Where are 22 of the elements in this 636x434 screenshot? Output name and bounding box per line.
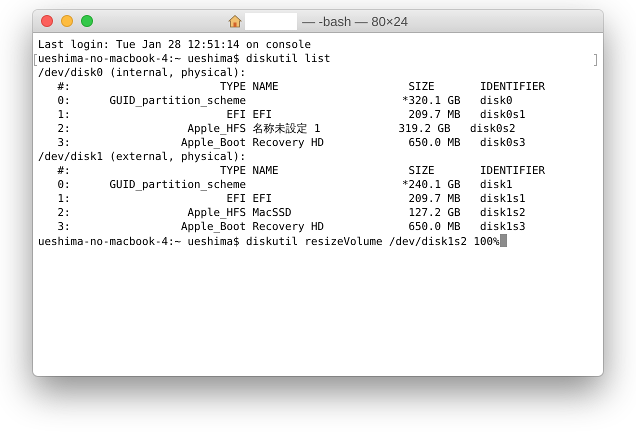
- terminal-line: 1: EFI EFI 209.7 MB disk1s1: [56, 192, 526, 205]
- terminal-line: Last login: Tue Jan 28 12:51:14 on console: [38, 38, 312, 51]
- terminal-line: /dev/disk0 (internal, physical):: [38, 66, 246, 79]
- terminal-line: #: TYPE NAME SIZE IDENTIFIER: [56, 80, 546, 93]
- terminal-line: ueshima-no-macbook-4:~ ueshima$ diskutil list: [38, 52, 331, 65]
- minimize-button[interactable]: [61, 15, 73, 27]
- mark-bracket: [594, 54, 597, 66]
- close-button[interactable]: [41, 15, 53, 27]
- terminal-line: 1: EFI EFI 209.7 MB disk0s1: [56, 108, 526, 121]
- terminal-line: ueshima-no-macbook-4:~ ueshima$ diskutil resizeVolume /dev/disk1s2 100%: [38, 235, 500, 248]
- window-title: — -bash — 80×24: [302, 14, 408, 28]
- terminal-line: /dev/disk1 (external, physical):: [38, 150, 246, 163]
- terminal-line: 2: Apple_HFS 名称未設定 1 319.2 GB disk0s2: [56, 122, 516, 135]
- terminal-line: 2: Apple_HFS MacSSD 127.2 GB disk1s2: [56, 206, 526, 219]
- terminal-line: 3: Apple_Boot Recovery HD 650.0 MB disk0s3: [56, 136, 526, 149]
- redaction-block: [245, 12, 298, 30]
- zoom-button[interactable]: [81, 15, 93, 27]
- terminal-line: 0: GUID_partition_scheme *320.1 GB disk0: [56, 94, 513, 107]
- terminal-line: 0: GUID_partition_scheme *240.1 GB disk1: [56, 178, 513, 191]
- terminal-line: 3: Apple_Boot Recovery HD 650.0 MB disk1s3: [56, 220, 526, 233]
- home-icon: [228, 14, 242, 28]
- terminal-line: #: TYPE NAME SIZE IDENTIFIER: [56, 164, 546, 177]
